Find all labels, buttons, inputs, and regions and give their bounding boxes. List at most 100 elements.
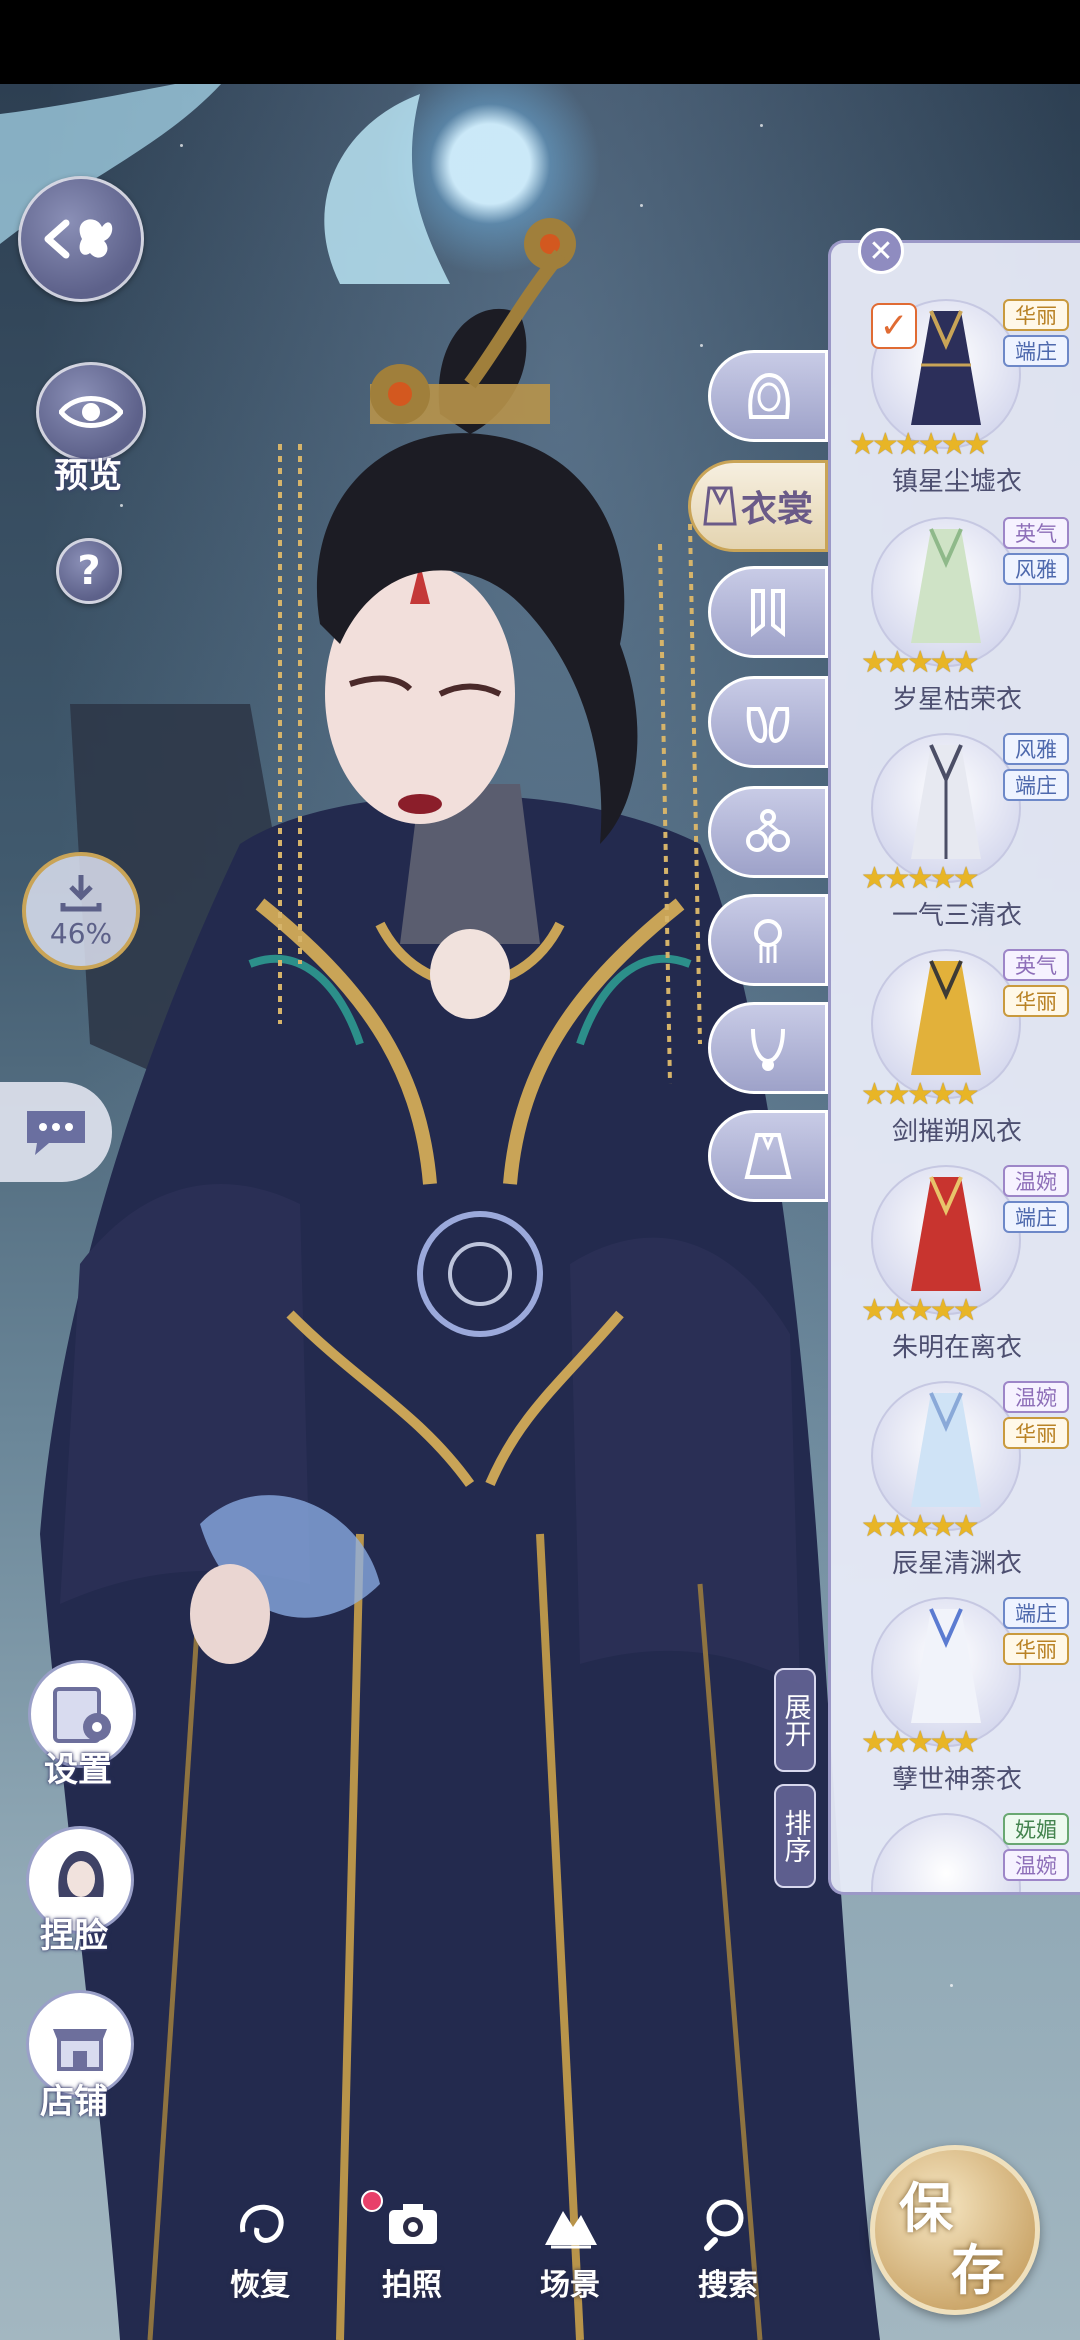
outfit-stars: ★★★★★: [861, 861, 980, 896]
hair-icon: [748, 372, 790, 419]
outfit-tag: 妩媚: [1003, 1813, 1069, 1845]
outfit-item[interactable]: 妩媚 温婉: [831, 1809, 1080, 1892]
outfit-tag: 英气: [1003, 949, 1069, 981]
restore-button[interactable]: 恢复: [195, 2196, 325, 2306]
outfit-preview-image: [911, 960, 981, 1075]
outfit-name: 辰星清渊衣: [891, 1549, 1022, 1579]
outfit-item[interactable]: ✓ 华丽 端庄 ★★★★★★ 镇星尘墟衣: [831, 295, 1080, 507]
camera-icon: [385, 2196, 441, 2252]
outfit-tag: 华丽: [1003, 985, 1069, 1017]
tab-cape[interactable]: [708, 1110, 828, 1202]
accessory-icon: [746, 809, 790, 852]
hairpin-icon: [754, 919, 782, 963]
outfit-name: 孽世神荼衣: [891, 1765, 1022, 1795]
outfit-tag: 端庄: [1003, 1201, 1069, 1233]
photo-button[interactable]: 拍照: [347, 2196, 477, 2306]
outfit-item[interactable]: 端庄 华丽 ★★★★★ 孽世神荼衣: [831, 1593, 1080, 1805]
necklace-icon: [751, 1028, 785, 1071]
chat-bubble-icon: [27, 1111, 85, 1155]
save-label-top: 保: [899, 2176, 953, 2240]
outfit-tag: 端庄: [1003, 769, 1069, 801]
outfit-name: 朱明在离衣: [891, 1333, 1022, 1363]
back-button[interactable]: [18, 176, 144, 302]
restore-label: 恢复: [230, 2268, 290, 2303]
face-edit-label: 捏脸: [40, 1916, 108, 1956]
tab-clothing[interactable]: 衣裳: [688, 460, 828, 552]
outfit-item[interactable]: 风雅 端庄 ★★★★★ 一气三清衣: [831, 729, 1080, 941]
download-progress-widget[interactable]: 46%: [22, 852, 140, 970]
outfit-item[interactable]: 温婉 端庄 ★★★★★ 朱明在离衣: [831, 1161, 1080, 1373]
robe-icon: [703, 486, 737, 526]
outfit-stars: ★★★★★: [861, 1077, 980, 1112]
outfit-tag: 英气: [1003, 517, 1069, 549]
outfit-tag: 华丽: [1003, 299, 1069, 331]
outfit-thumbnail: [871, 1813, 1021, 1892]
download-percentage: 46%: [49, 916, 113, 950]
outfit-tag: 风雅: [1003, 553, 1069, 585]
save-button[interactable]: 保 存: [870, 2145, 1040, 2315]
outfit-name: 一气三清衣: [891, 901, 1022, 931]
tab-hairpin[interactable]: [708, 894, 828, 986]
outfit-item[interactable]: 温婉 华丽 ★★★★★ 辰星清渊衣: [831, 1377, 1080, 1589]
tab-shoes[interactable]: [708, 676, 828, 768]
outfit-stars: ★★★★★: [861, 1293, 980, 1328]
status-bar: [0, 0, 1080, 84]
outfit-tag: 温婉: [1003, 1381, 1069, 1413]
download-icon: [60, 874, 102, 911]
eye-icon: [59, 396, 123, 428]
help-button[interactable]: ?: [56, 538, 122, 604]
outfit-tag: 华丽: [1003, 1417, 1069, 1449]
chat-button[interactable]: [0, 1082, 112, 1182]
outfit-preview-image: [911, 1392, 981, 1507]
outfit-tag: 风雅: [1003, 733, 1069, 765]
outfit-preview-image: [911, 1176, 981, 1291]
outfit-name: 镇星尘墟衣: [891, 467, 1022, 497]
settings-label: 设置: [44, 1750, 112, 1790]
tab-accessory[interactable]: [708, 786, 828, 878]
face-icon: [58, 1851, 104, 1897]
scene-label: 场景: [540, 2268, 600, 2303]
preview-button[interactable]: [36, 362, 146, 462]
save-label-bottom: 存: [951, 2238, 1005, 2302]
shoes-icon: [746, 707, 790, 744]
outfit-name: 剑摧朔风衣: [891, 1117, 1022, 1147]
selected-check-icon: ✓: [871, 303, 917, 349]
butterfly-back-icon: [44, 219, 113, 259]
restore-icon: [233, 2196, 289, 2252]
photo-label: 拍照: [382, 2268, 442, 2303]
outfit-tag: 温婉: [1003, 1165, 1069, 1197]
shop-icon: [53, 2029, 107, 2071]
search-button[interactable]: 搜索: [663, 2196, 793, 2306]
close-panel-button[interactable]: ✕: [858, 228, 904, 274]
outfit-preview-image: [911, 744, 981, 859]
outfit-stars: ★★★★★: [861, 1725, 980, 1760]
help-icon: ?: [77, 548, 101, 594]
scene-button[interactable]: 场景: [505, 2196, 635, 2306]
outfit-stars: ★★★★★: [861, 1509, 980, 1544]
outfit-tag: 温婉: [1003, 1849, 1069, 1881]
tab-socks[interactable]: [708, 566, 828, 658]
shop-label: 店铺: [40, 2082, 108, 2122]
search-icon: [701, 2196, 757, 2252]
search-label: 搜索: [698, 2268, 758, 2303]
outfit-stars: ★★★★★★: [849, 427, 990, 462]
close-icon: ✕: [868, 233, 894, 269]
cape-icon: [744, 1133, 792, 1179]
sort-button[interactable]: 排序: [774, 1784, 816, 1888]
outfit-preview-image: [911, 528, 981, 643]
tab-hair[interactable]: [708, 350, 828, 442]
tab-necklace[interactable]: [708, 1002, 828, 1094]
outfit-tag: 端庄: [1003, 1597, 1069, 1629]
outfit-item[interactable]: 英气 华丽 ★★★★★ 剑摧朔风衣: [831, 945, 1080, 1157]
expand-button[interactable]: 展开: [774, 1668, 816, 1772]
socks-icon: [751, 589, 785, 638]
outfit-name: 岁星枯荣衣: [891, 685, 1022, 715]
outfit-item[interactable]: 英气 风雅 ★★★★★ 岁星枯荣衣: [831, 513, 1080, 725]
mountain-icon: [543, 2196, 599, 2252]
outfit-panel: ✓ 华丽 端庄 ★★★★★★ 镇星尘墟衣 英气 风雅 ★★★★★ 岁星枯荣衣 风…: [828, 240, 1080, 1895]
preview-label: 预览: [54, 456, 122, 496]
outfit-stars: ★★★★★: [861, 645, 980, 680]
outfit-tag: 华丽: [1003, 1633, 1069, 1665]
tab-clothing-label: 衣裳: [740, 488, 813, 530]
outfit-tag: 端庄: [1003, 335, 1069, 367]
